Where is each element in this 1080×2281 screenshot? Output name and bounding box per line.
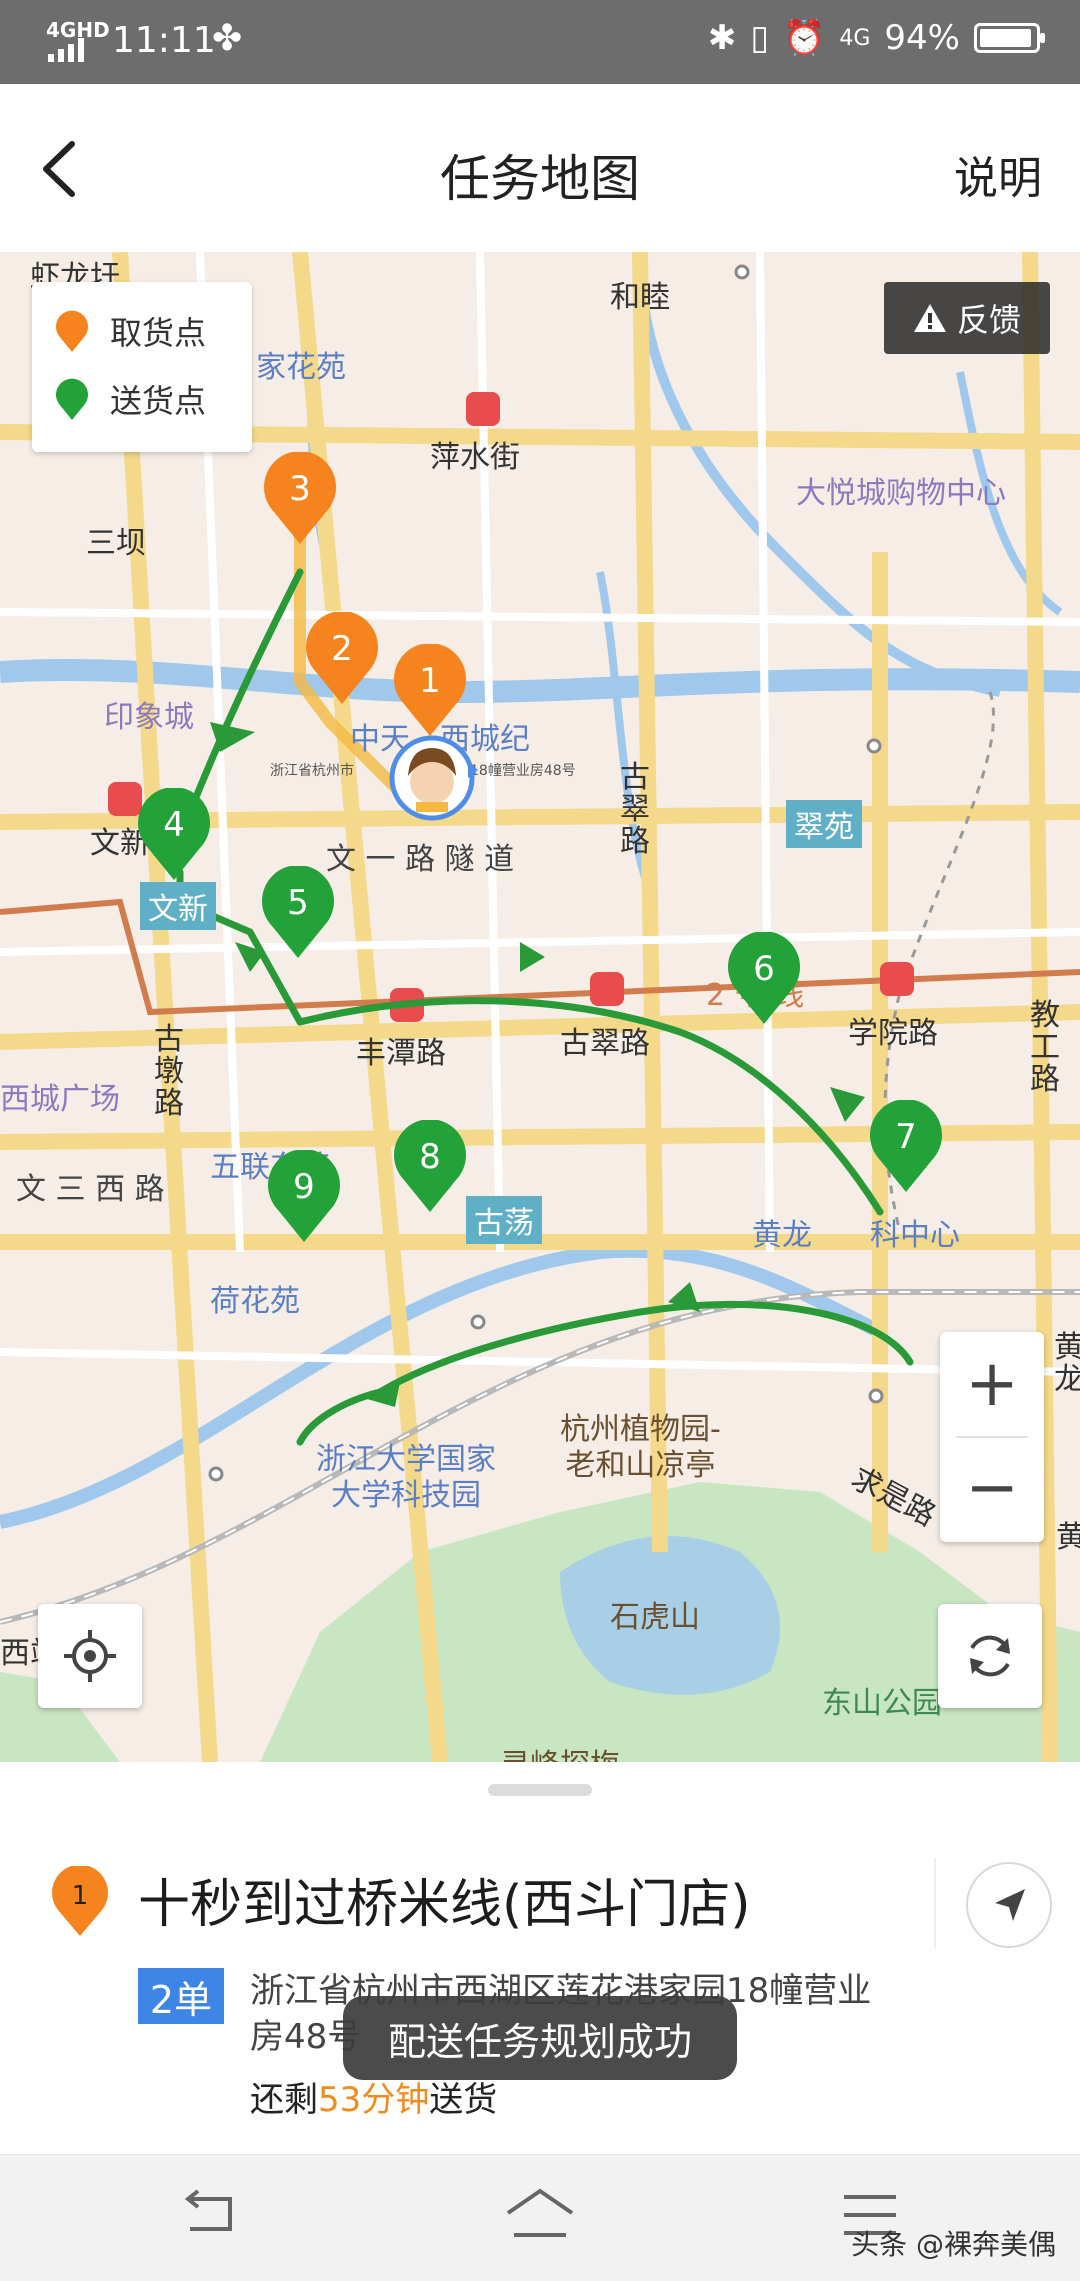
delivery-pin-icon xyxy=(56,378,88,420)
task-map[interactable]: 虾龙圩 和睦 家花苑 萍水街 大悦城购物中心 三坝 印象城 中天 西城纪 古 翠… xyxy=(0,252,1080,1762)
battery-percent: 94% xyxy=(884,18,960,58)
map-label: 荷花苑 xyxy=(210,1284,300,1319)
map-label: 学院路 xyxy=(848,1016,938,1051)
rider-address-left: 浙江省杭州市 xyxy=(270,763,354,779)
map-label: 家花苑 xyxy=(256,350,346,385)
shop-pin-icon: 1 xyxy=(52,1866,108,1936)
map-label: 文新 xyxy=(140,882,216,930)
page-title: 任务地图 xyxy=(440,150,640,208)
map-label: 黄 xyxy=(1056,1520,1080,1555)
map-label: 黄 龙 xyxy=(1054,1330,1080,1397)
locate-button[interactable] xyxy=(38,1604,142,1708)
remain-prefix: 还剩 xyxy=(250,2080,318,2120)
map-label: 翠苑 xyxy=(786,800,862,848)
map-label: 丰潭路 xyxy=(356,1036,446,1071)
map-label: 三坝 xyxy=(86,526,146,561)
zoom-controls: + − xyxy=(940,1332,1044,1542)
legend-delivery-label: 送货点 xyxy=(110,382,207,420)
map-label: 黄龙 xyxy=(752,1218,812,1253)
map-label: 杭州植物园- 老和山凉亭 xyxy=(560,1412,721,1483)
marker-number: 5 xyxy=(287,883,309,923)
marker-number: 7 xyxy=(895,1117,917,1157)
pickup-marker-3[interactable]: 3 xyxy=(260,452,340,546)
marker-number: 8 xyxy=(419,1137,441,1177)
map-label: 文 三 西 路 xyxy=(16,1172,165,1207)
pickup-marker-2[interactable]: 2 xyxy=(302,612,382,706)
vibrate-icon: ▯ xyxy=(750,18,770,58)
watermark: 头条 @裸奔美偶 xyxy=(851,2228,1056,2261)
locate-icon xyxy=(64,1630,116,1682)
delivery-marker-6[interactable]: 6 xyxy=(724,932,804,1026)
divider xyxy=(934,1858,936,1948)
map-label: 印象城 xyxy=(104,700,194,735)
refresh-icon xyxy=(970,1635,1010,1677)
map-label: 和睦 xyxy=(610,280,670,315)
map-label: 大悦城购物中心 xyxy=(796,476,1006,511)
map-label: 教 工 路 xyxy=(1030,998,1060,1097)
remain-time-value: 53分钟 xyxy=(318,2080,430,2120)
marker-number: 6 xyxy=(753,949,775,989)
back-nav-icon[interactable] xyxy=(170,2185,250,2245)
delivery-marker-8[interactable]: 8 xyxy=(390,1120,470,1214)
warning-icon xyxy=(913,304,946,332)
drag-handle[interactable] xyxy=(488,1784,592,1796)
zoom-out-button[interactable]: − xyxy=(940,1436,1044,1540)
remain-suffix: 送货 xyxy=(429,2080,498,2120)
map-label: 东山公园 xyxy=(822,1686,942,1721)
delivery-marker-7[interactable]: 7 xyxy=(866,1100,946,1194)
shop-index: 1 xyxy=(72,1881,89,1911)
map-label: 文 一 路 隧 道 xyxy=(326,842,515,877)
bluetooth-icon: ✱ xyxy=(707,18,737,58)
shop-name[interactable]: 十秒到过桥米线(西斗门店) xyxy=(138,1862,751,1937)
rider-address-right: 18幢营业房48号 xyxy=(470,763,576,779)
map-legend: 取货点 送货点 xyxy=(32,282,252,452)
network-type-right: 4G xyxy=(839,25,871,51)
rider-avatar-icon[interactable] xyxy=(386,732,478,824)
map-label: 萍水街 xyxy=(430,440,520,475)
refresh-button[interactable] xyxy=(938,1604,1042,1708)
marker-number: 9 xyxy=(293,1167,315,1207)
status-right: ✱ ▯ ⏰ 4G 94% xyxy=(707,18,1045,58)
navigation-arrow-icon xyxy=(995,1889,1025,1921)
map-label: 石虎山 xyxy=(610,1600,700,1635)
help-button[interactable]: 说明 xyxy=(954,142,1042,206)
marker-number: 4 xyxy=(163,805,185,845)
map-label: 古翠路 xyxy=(560,1026,650,1061)
map-label: 古荡 xyxy=(466,1196,542,1244)
feedback-label: 反馈 xyxy=(956,301,1021,339)
navigate-button[interactable] xyxy=(966,1862,1052,1948)
map-label: 古 墩 路 xyxy=(154,1022,184,1121)
status-bar: 4GHD 11:11 ✤ ✱ ▯ ⏰ 4G 94% xyxy=(0,0,1080,84)
marker-number: 2 xyxy=(331,629,353,669)
legend-pickup-label: 取货点 xyxy=(110,314,207,352)
app-header: 任务地图 说明 xyxy=(0,84,1080,252)
map-label: 西城广场 xyxy=(0,1082,120,1117)
delivery-marker-4[interactable]: 4 xyxy=(134,788,214,882)
feedback-button[interactable]: 反馈 xyxy=(884,282,1050,354)
marker-number: 3 xyxy=(289,469,311,509)
order-count-badge: 2单 xyxy=(138,1968,224,2024)
map-label: 古 翠 路 xyxy=(620,760,650,859)
delivery-marker-9[interactable]: 9 xyxy=(264,1150,344,1244)
battery-icon xyxy=(974,23,1045,53)
map-label: 灵峰探梅 xyxy=(500,1740,620,1762)
pickup-marker-1[interactable]: 1 xyxy=(390,644,470,738)
marker-number: 1 xyxy=(419,661,441,701)
delivery-marker-5[interactable]: 5 xyxy=(258,866,338,960)
pickup-pin-icon xyxy=(56,310,88,352)
signal-icon xyxy=(48,38,84,62)
home-nav-icon[interactable] xyxy=(500,2185,580,2245)
legend-delivery: 送货点 xyxy=(54,376,206,422)
toast-message: 配送任务规划成功 xyxy=(343,1996,737,2080)
map-label: 科中心 xyxy=(870,1218,960,1253)
battery-fill xyxy=(980,29,1031,47)
system-nav-bar: 头条 @裸奔美偶 xyxy=(0,2154,1080,2281)
alarm-icon: ⏰ xyxy=(783,18,826,58)
zoom-in-button[interactable]: + xyxy=(940,1332,1044,1436)
clock: 11:11 xyxy=(112,20,216,61)
fan-icon: ✤ xyxy=(212,18,243,59)
legend-pickup: 取货点 xyxy=(54,308,206,354)
task-panel: 1 十秒到过桥米线(西斗门店) 2单 浙江省杭州市西湖区莲花港家园18幢营业房4… xyxy=(0,1762,1080,2154)
map-label: 浙江大学国家 大学科技园 xyxy=(316,1442,496,1513)
